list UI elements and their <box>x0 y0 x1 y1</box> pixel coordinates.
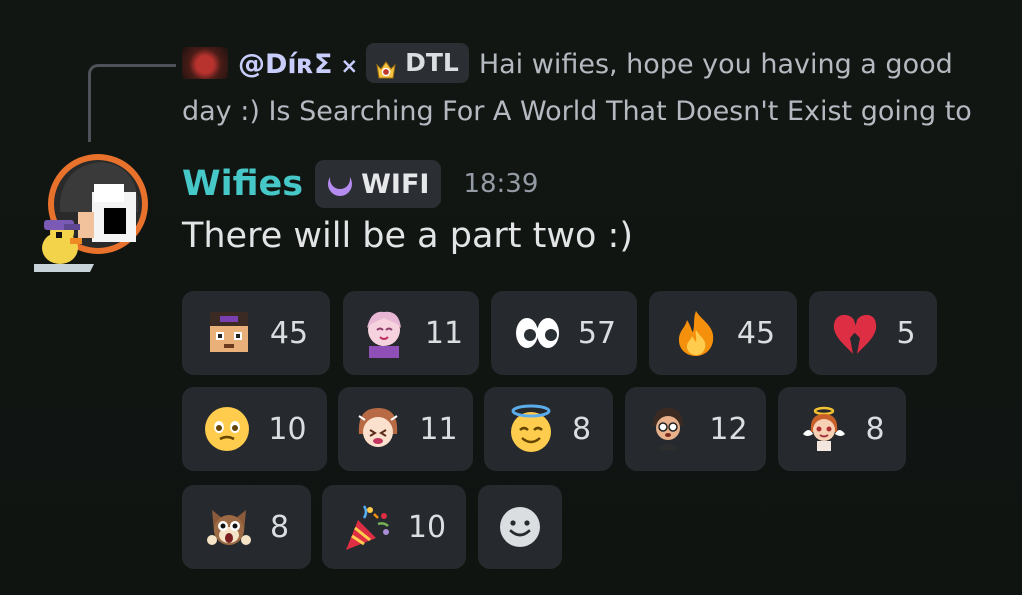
face-holding-tears-emoji <box>202 404 252 454</box>
eyes-emoji <box>512 308 562 358</box>
message-header: Wifies WIFI 18:39 <box>182 156 538 212</box>
broken-heart-emoji <box>830 308 880 358</box>
smiling-face-with-halo-emoji <box>506 404 556 454</box>
message-content: There will be a part two :) <box>182 216 633 256</box>
author-tag-label: WIFI <box>361 168 430 200</box>
chat-window: @DíʀΣ × DTL Hai wifies, hope you having a g… <box>0 0 1022 595</box>
reaction-fire[interactable]: 45 <box>649 291 797 375</box>
reply-author-tag[interactable]: DTL <box>366 42 469 83</box>
angel-character-emoji <box>799 404 849 454</box>
reaction-count: 45 <box>269 315 309 351</box>
moon-icon <box>325 169 355 199</box>
add-reaction-icon <box>495 502 545 552</box>
reaction-angel-character[interactable]: 8 <box>778 387 906 471</box>
anime-girl-laughing-emoji <box>353 404 403 454</box>
reply-separator: × <box>340 54 359 78</box>
fire-emoji <box>671 308 721 358</box>
reply-text-line1: Hai wifies, hope you having a good <box>478 49 953 80</box>
reaction-count: 8 <box>571 411 592 447</box>
reaction-broken-heart[interactable]: 5 <box>809 291 937 375</box>
reply-tag-label: DTL <box>405 48 459 77</box>
reaction-eyes[interactable]: 57 <box>491 291 637 375</box>
reaction-count: 10 <box>268 411 307 447</box>
reaction-count: 8 <box>865 411 885 447</box>
reaction-count: 11 <box>419 411 458 447</box>
reaction-count: 10 <box>407 509 447 545</box>
add-reaction-button[interactable] <box>478 485 562 569</box>
party-popper-emoji <box>342 502 392 552</box>
reaction-count: 5 <box>896 315 916 351</box>
author-server-tag[interactable]: WIFI <box>315 160 442 208</box>
author-avatar[interactable] <box>32 152 154 272</box>
reaction-smiling-face-with-halo[interactable]: 8 <box>484 387 613 471</box>
reaction-count: 12 <box>709 411 748 447</box>
reaction-count: 45 <box>736 315 776 351</box>
reply-connector <box>88 64 176 142</box>
reaction-count: 8 <box>269 509 290 545</box>
reaction-shocked-cat[interactable]: 8 <box>182 485 311 569</box>
message-author-name[interactable]: Wifies <box>182 164 303 204</box>
reaction-face-holding-tears[interactable]: 10 <box>182 387 327 471</box>
pixel-face-emoji <box>204 308 254 358</box>
reply-text-line2: day :) Is Searching For A World That Doe… <box>182 96 972 127</box>
anime-girl-emoji <box>359 308 409 358</box>
crown-icon <box>374 51 398 78</box>
reaction-party-popper[interactable]: 10 <box>322 485 466 569</box>
reaction-count: 11 <box>424 315 464 351</box>
chibi-character-emoji <box>643 404 693 454</box>
reaction-pixel-face[interactable]: 45 <box>182 291 330 375</box>
reaction-anime-girl[interactable]: 11 <box>343 291 479 375</box>
reply-preview[interactable]: @DíʀΣ × DTL Hai wifies, hope you having a g… <box>182 42 982 134</box>
shocked-cat-emoji <box>204 502 254 552</box>
reaction-count: 57 <box>577 315 617 351</box>
reaction-anime-girl-laughing[interactable]: 11 <box>338 387 473 471</box>
reaction-chibi-character[interactable]: 12 <box>625 387 766 471</box>
reply-author-name[interactable]: @DíʀΣ <box>238 49 332 80</box>
message-timestamp[interactable]: 18:39 <box>463 169 538 199</box>
reply-author-avatar[interactable] <box>182 46 228 79</box>
